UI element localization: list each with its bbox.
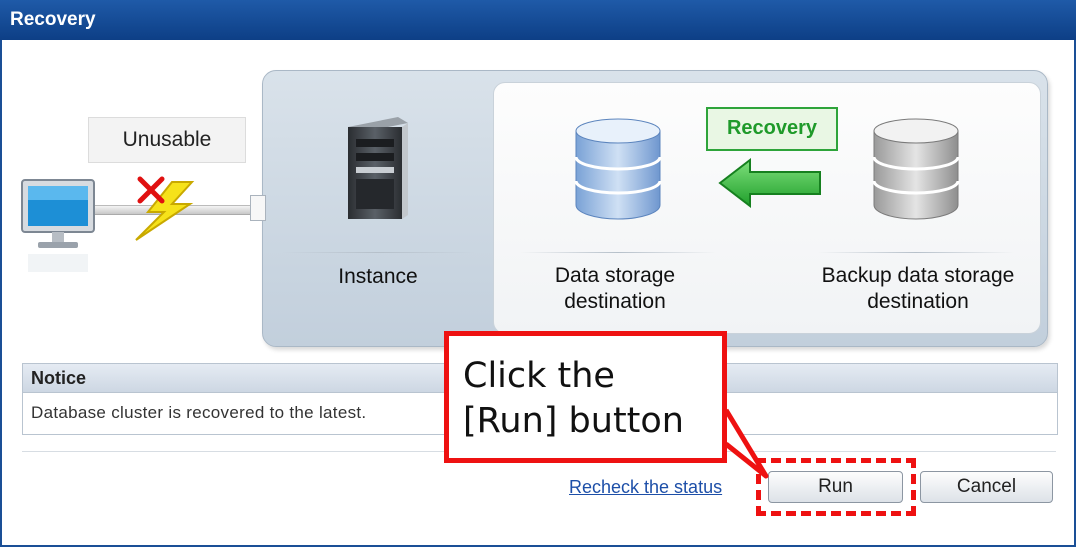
recheck-status-link[interactable]: Recheck the status [569,477,722,498]
data-storage-divider [520,252,716,253]
backup-storage-divider [818,252,1014,253]
run-highlight-frame [756,458,916,516]
window-title: Recovery [10,9,96,30]
data-storage-label: Data storage destination [554,264,676,313]
unusable-label: Unusable [88,117,246,163]
red-x-icon [137,176,165,204]
backup-storage-label: Backup data storage destination [821,264,1015,313]
arrow-left-icon [718,158,821,208]
instance-label: Instance [338,265,418,288]
database-gray-icon [872,118,960,220]
cancel-button[interactable]: Cancel [920,471,1053,503]
server-icon [348,117,408,219]
callout-text: Click the [Run] button [463,356,684,441]
instruction-callout: Click the [Run] button [444,331,727,463]
title-bar: Recovery [0,0,1076,41]
instance-divider [282,252,474,253]
database-blue-icon [574,118,662,220]
recovery-badge: Recovery [706,107,838,151]
cable-connector [250,195,266,221]
monitor-icon [21,179,95,272]
